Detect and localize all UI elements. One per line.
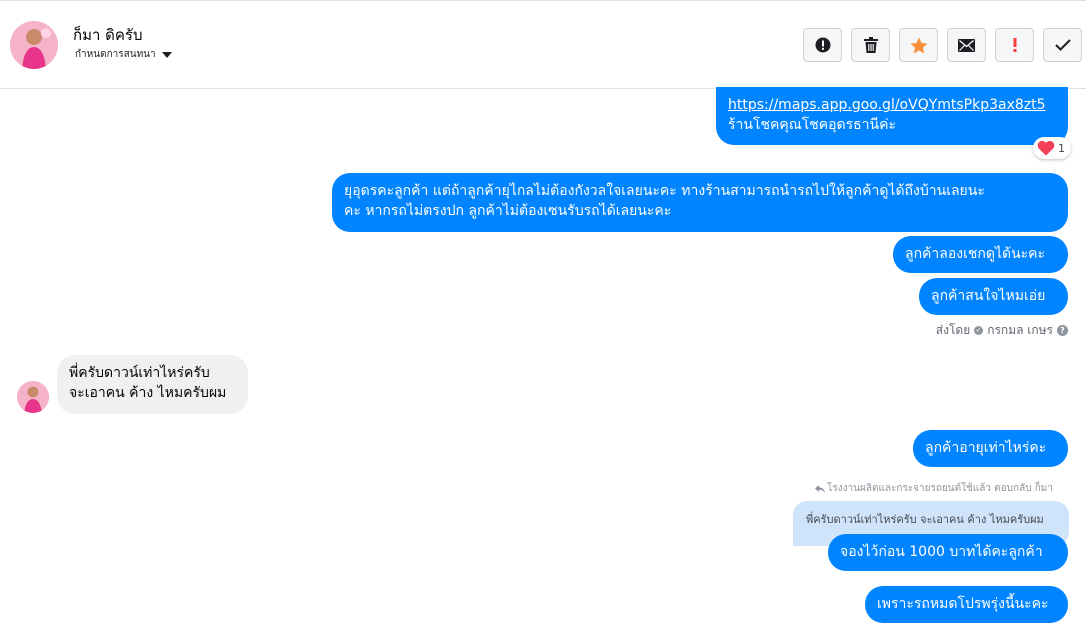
envelope-icon [958,38,975,52]
sent-by-name: กรกมล เกษร [987,323,1053,337]
done-button[interactable] [1043,28,1082,62]
outgoing-message[interactable]: ลูกค้าลองเชกดูได้นะคะ [893,236,1068,273]
outgoing-message-link[interactable]: https://maps.app.goo.gl/oVQYmtsPkp3ax8zt… [716,87,1068,145]
report-button[interactable] [803,28,842,62]
message-text: ร้านโชคคุณโชคอุดรธานีค่ะ [728,117,896,133]
exclamation-icon [1013,38,1016,52]
outgoing-message[interactable]: ลูกค้าสนใจไหมเอ่ย [919,278,1068,315]
message-text-line: พี่ครับดาวน์เท่าไหร่ครับ [69,365,210,381]
message-text: ลูกค้าสนใจไหมเอ่ย [931,288,1046,304]
reaction-badge[interactable]: 1 [1033,137,1071,159]
conversation-header: ก็มา ดิครับ กำหนดการสนทนา [0,0,1086,89]
contact-avatar[interactable] [10,21,58,69]
map-link[interactable]: https://maps.app.goo.gl/oVQYmtsPkp3ax8zt… [728,95,1056,115]
mark-unread-button[interactable] [947,28,986,62]
sent-by-indicator: ส่งโดย ✓ กรกมล เกษร ? [936,321,1068,340]
quoted-message-text: พี่ครับดาวน์เท่าไหร่ครับ จะเอาคน ค้าง ไห… [806,513,1044,526]
reply-indicator: โรงงานผลิตและกระจายรถยนต์ใช้แล้ว ตอบกลับ… [815,481,1053,496]
outgoing-message[interactable]: เพราะรถหมดโปรพรุ่งนี้นะคะ [865,586,1068,623]
message-text-line: ยุอุดรคะลูกค้า แต่ถ้าลูกค้ายุไกลไม่ต้องก… [344,183,985,199]
message-text: ลูกค้าอายุเท่าไหร่คะ [925,440,1047,456]
conversation-settings-label: กำหนดการสนทนา [75,49,156,60]
caret-down-icon [161,52,172,58]
sent-by-label: ส่งโดย [935,323,971,337]
star-icon [910,37,927,53]
outgoing-message[interactable]: ลูกค้าอายุเท่าไหร่คะ [913,430,1068,467]
message-text: จองไว้ก่อน 1000 บาทได้คะลูกค้า [840,544,1043,560]
help-icon[interactable]: ? [1057,325,1068,336]
reply-arrow-icon [815,484,825,493]
check-badge-icon: ✓ [974,326,984,335]
star-button[interactable] [899,28,938,62]
outgoing-message[interactable]: ยุอุดรคะลูกค้า แต่ถ้าลูกค้ายุไกลไม่ต้องก… [332,173,1068,232]
trash-icon [863,37,878,53]
message-text-line: จะเอาคน ค้าง ไหมครับผม [69,385,227,401]
reaction-count: 1 [1058,141,1065,155]
message-text-line: คะ หากรถไม่ตรงปก ลูกค้าไม่ต้องเซนรับรถได… [344,203,672,219]
important-button[interactable] [995,28,1034,62]
heart-icon [1037,140,1055,156]
contact-name[interactable]: ก็มา ดิครับ [73,23,143,47]
check-icon [1054,39,1071,51]
sender-avatar[interactable] [17,381,49,413]
delete-button[interactable] [851,28,890,62]
message-text: ลูกค้าลองเชกดูได้นะคะ [905,246,1046,262]
exclamation-circle-icon [815,37,830,53]
outgoing-message[interactable]: จองไว้ก่อน 1000 บาทได้คะลูกค้า [828,534,1068,571]
message-text: เพราะรถหมดโปรพรุ่งนี้นะคะ [877,596,1049,612]
conversation-settings-dropdown[interactable]: กำหนดการสนทนา [75,47,172,62]
incoming-message[interactable]: พี่ครับดาวน์เท่าไหร่ครับ จะเอาคน ค้าง ไห… [57,355,248,414]
reply-note-text: โรงงานผลิตและกระจายรถยนต์ใช้แล้ว ตอบกลับ… [827,483,1053,494]
